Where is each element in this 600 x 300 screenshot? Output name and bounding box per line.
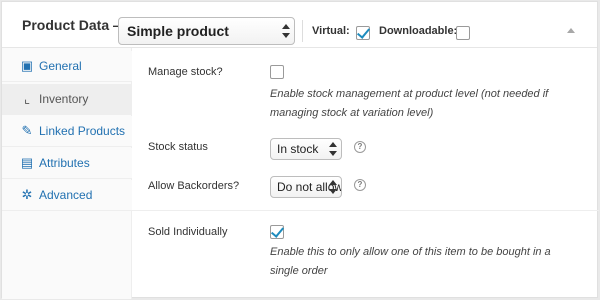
- panel-title: Product Data —: [22, 17, 128, 33]
- select-arrows-icon: [328, 179, 338, 195]
- backorders-select[interactable]: Do not allow: [270, 176, 342, 198]
- tab-label: Linked Products: [39, 124, 126, 138]
- gear-icon: ▣: [20, 58, 34, 73]
- stock-status-label: Stock status: [148, 141, 208, 153]
- product-data-panel: Product Data — Simple product Virtual: D…: [1, 1, 599, 299]
- virtual-checkbox[interactable]: [356, 25, 371, 40]
- collapse-toggle-icon[interactable]: [567, 28, 575, 33]
- downloadable-label: Downloadable:: [379, 25, 458, 37]
- cog-icon: ✲: [21, 187, 33, 202]
- select-arrows-icon: [328, 141, 338, 157]
- help-icon[interactable]: ?: [354, 141, 366, 153]
- tab-advanced[interactable]: ✲ Advanced: [2, 180, 132, 211]
- tab-inventory[interactable]: ⌞ Inventory: [2, 84, 132, 115]
- stock-status-select[interactable]: In stock: [270, 138, 342, 160]
- product-type-select[interactable]: Simple product: [118, 17, 295, 45]
- list-icon: ▤: [20, 155, 34, 170]
- product-type-value: Simple product: [127, 23, 229, 39]
- manage-stock-checkbox[interactable]: [270, 65, 284, 79]
- sold-individually-checkbox[interactable]: [270, 224, 285, 239]
- tab-label: General: [39, 59, 82, 73]
- tab-label: Inventory: [39, 92, 89, 106]
- tab-label: Attributes: [39, 156, 90, 170]
- manage-stock-description: Enable stock management at product level…: [270, 88, 549, 119]
- downloadable-checkbox[interactable]: [456, 26, 470, 40]
- tab-attributes[interactable]: ▤ Attributes: [2, 148, 132, 179]
- stock-status-value: In stock: [277, 142, 319, 156]
- select-arrows-icon: [281, 23, 291, 39]
- header-divider: [302, 20, 303, 42]
- sold-individually-label: Sold Individually: [148, 226, 228, 238]
- virtual-label: Virtual:: [312, 25, 350, 37]
- section-divider: [132, 210, 599, 211]
- inventory-panel: Manage stock? Enable stock management at…: [132, 48, 599, 299]
- link-icon: ✎: [21, 123, 33, 138]
- help-icon[interactable]: ?: [354, 179, 366, 191]
- manage-stock-label: Manage stock?: [148, 66, 223, 78]
- tab-general[interactable]: ▣ General: [2, 51, 132, 82]
- checkmark-icon: [356, 25, 371, 39]
- product-data-tabs: ▣ General ⌞ Inventory ✎ Linked Products …: [2, 48, 132, 299]
- panel-header: Product Data — Simple product Virtual: D…: [2, 2, 597, 48]
- backorders-label: Allow Backorders?: [148, 180, 240, 192]
- sold-individually-description: Enable this to only allow one of this it…: [270, 246, 551, 277]
- chart-icon: ⌞: [23, 91, 31, 106]
- checkmark-icon: [270, 224, 285, 238]
- tab-label: Advanced: [39, 188, 93, 202]
- tab-linked-products[interactable]: ✎ Linked Products: [2, 116, 132, 147]
